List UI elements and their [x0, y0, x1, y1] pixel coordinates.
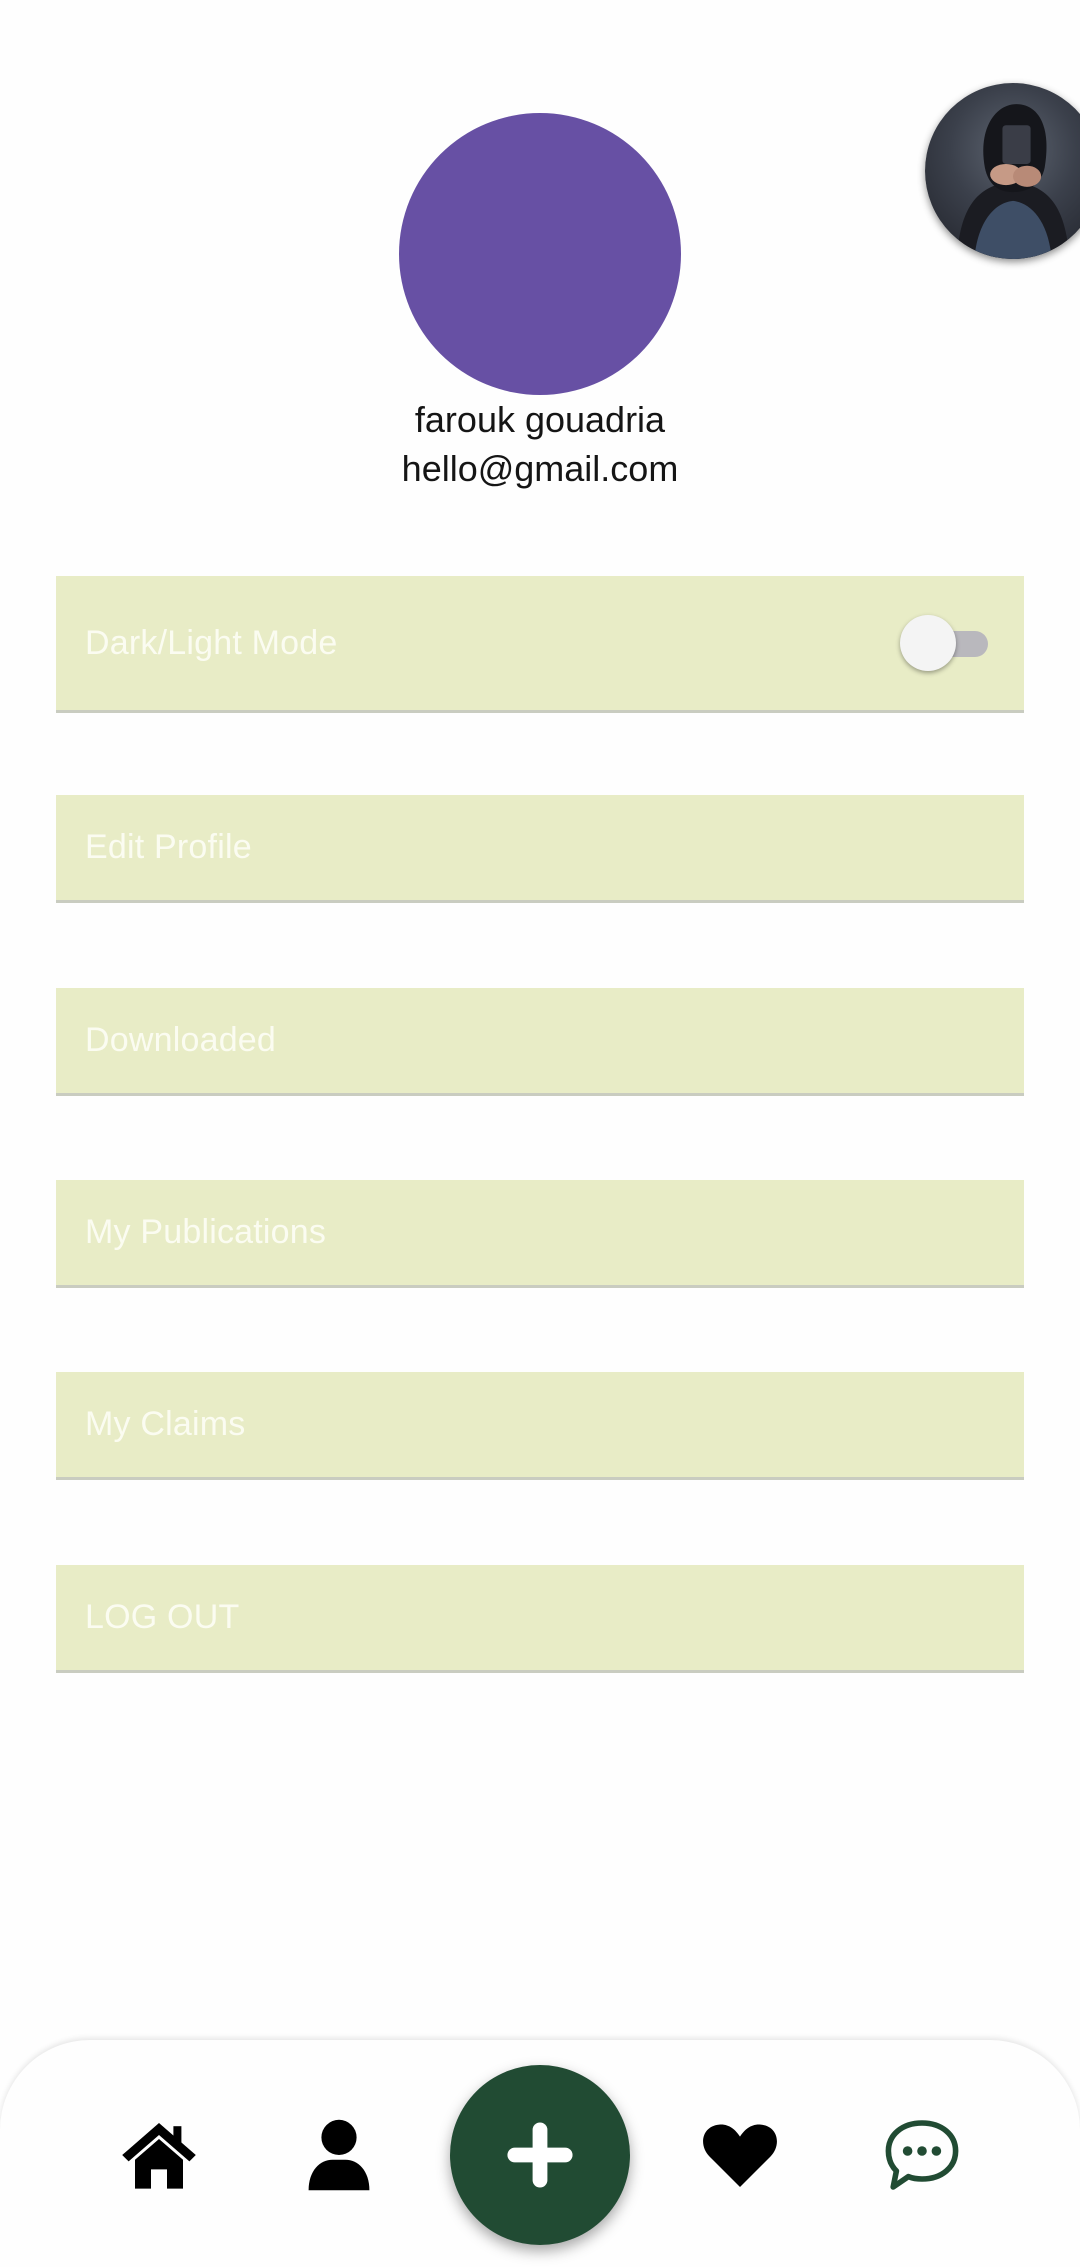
plus-icon — [507, 2122, 573, 2188]
chat-icon[interactable] — [882, 2115, 962, 2195]
toggle-thumb — [900, 615, 956, 671]
menu-item-log-out[interactable]: LOG OUT — [56, 1565, 1024, 1673]
user-email: hello@gmail.com — [401, 448, 679, 489]
menu-item-edit-profile[interactable]: Edit Profile — [56, 795, 1024, 903]
menu-item-label: Edit Profile — [85, 828, 252, 866]
menu-item-label: LOG OUT — [85, 1598, 240, 1636]
menu-item-label: Downloaded — [85, 1021, 277, 1059]
menu-item-label: My Publications — [85, 1213, 327, 1251]
menu-item-my-claims[interactable]: My Claims — [56, 1372, 1024, 1480]
home-icon[interactable] — [119, 2115, 199, 2195]
user-name: farouk gouadria — [414, 399, 666, 440]
menu-item-downloaded[interactable]: Downloaded — [56, 988, 1024, 1096]
dark-mode-toggle[interactable] — [900, 613, 994, 673]
menu-item-label: My Claims — [85, 1405, 246, 1443]
menu-item-my-publications[interactable]: My Publications — [56, 1180, 1024, 1288]
add-button[interactable] — [450, 2065, 630, 2245]
heart-icon[interactable] — [700, 2115, 780, 2195]
menu-item-label: Dark/Light Mode — [85, 623, 338, 662]
menu-item-dark-light-mode[interactable]: Dark/Light Mode — [56, 576, 1024, 713]
user-photo-avatar[interactable] — [925, 83, 1080, 259]
person-icon[interactable] — [299, 2115, 379, 2195]
profile-avatar-circle[interactable] — [399, 113, 681, 395]
